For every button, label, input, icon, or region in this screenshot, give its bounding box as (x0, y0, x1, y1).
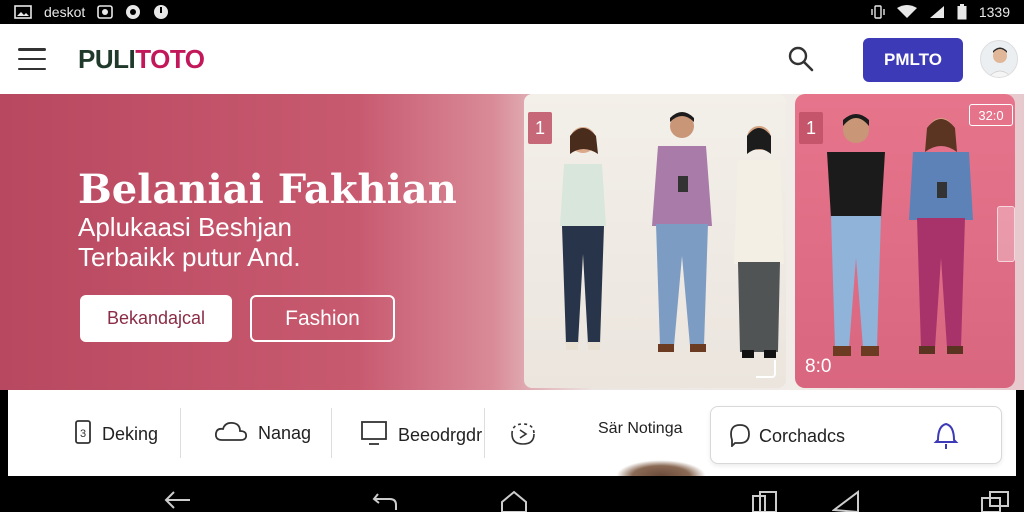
logo-part-1: PULI (78, 44, 136, 74)
status-bar-right: 1339 (871, 4, 1010, 20)
hero-banner: Belaniai Fakhian Aplukaasi Beshjan Terba… (0, 94, 1024, 390)
card-number: 8:0 (805, 356, 832, 377)
logo-part-2: TOTO (135, 44, 205, 74)
model-figure (909, 118, 973, 354)
category-item[interactable]: Nanag (214, 420, 311, 447)
category-item[interactable]: 3 Deking (74, 420, 158, 449)
category-item[interactable] (504, 420, 542, 453)
monitor-icon (360, 420, 388, 451)
category-label: Beeodrgdr (398, 425, 483, 445)
category-item[interactable]: Beeodrgdr (360, 420, 482, 451)
bell-icon[interactable] (933, 420, 959, 457)
category-label: Sär Notinga (598, 420, 683, 437)
app-bar: PULITOTO PMLTO (0, 24, 1024, 94)
category-label: Nanag (258, 423, 312, 443)
divider (180, 408, 181, 458)
recents-icon[interactable] (750, 490, 778, 512)
record-icon (153, 4, 169, 20)
system-nav-bar (0, 476, 1024, 512)
content-preview-image (616, 460, 706, 476)
expand-icon[interactable] (756, 360, 776, 378)
status-time: 1339 (978, 4, 1010, 20)
wifi-icon (896, 5, 917, 19)
divider (331, 408, 332, 458)
svg-text:3: 3 (80, 428, 86, 440)
menu-icon[interactable] (18, 48, 46, 70)
send-icon[interactable] (831, 490, 860, 512)
model-figure (827, 114, 885, 356)
category-bar: 3 Deking Nanag Beeodrgdr Sär Notinga Cor… (8, 390, 1016, 476)
undo-icon[interactable] (372, 490, 398, 512)
image-icon (14, 5, 32, 19)
gallery-icon (97, 5, 114, 19)
side-drawer-handle[interactable] (997, 206, 1015, 262)
hero-fashion-button[interactable]: Fashion (250, 295, 395, 342)
avatar[interactable] (980, 40, 1018, 78)
cta-button[interactable]: PMLTO (863, 38, 963, 82)
status-bar: deskot 1339 (0, 0, 1024, 24)
category-item[interactable]: Sär Notinga (598, 420, 683, 438)
home-icon[interactable] (500, 490, 528, 512)
phone-icon: 3 (74, 420, 92, 449)
refresh-icon (504, 420, 542, 453)
hero-subtitle-line-2: Terbaikk putur And. (78, 242, 301, 272)
featured-category-label: Corchadcs (759, 426, 846, 446)
model-figure (734, 126, 784, 358)
hero-subtitle-line-1: Aplukaasi Beshjan (78, 212, 292, 242)
hero-subtitle: Aplukaasi Beshjan Terbaikk putur And. (78, 212, 498, 272)
featured-category-card[interactable]: Corchadcs (710, 406, 1002, 464)
model-figure (560, 127, 606, 350)
chat-icon (729, 423, 751, 452)
windows-icon[interactable] (980, 490, 1010, 512)
hero-title: Belaniai Fakhian (78, 166, 457, 213)
app-logo[interactable]: PULITOTO (78, 44, 205, 75)
divider (484, 408, 485, 458)
signal-icon (929, 5, 945, 19)
model-figure (652, 112, 712, 352)
search-icon[interactable] (786, 44, 816, 74)
back-icon[interactable] (164, 490, 192, 512)
cloud-icon (214, 420, 248, 447)
status-bar-left: deskot (14, 4, 169, 20)
hero-primary-button[interactable]: Bekandajcal (80, 295, 232, 342)
vibrate-icon (871, 5, 885, 19)
category-label: Deking (102, 424, 159, 444)
circle-icon (125, 4, 141, 20)
product-card-1[interactable]: 1 (524, 94, 786, 388)
battery-icon (957, 4, 967, 20)
status-app-label: deskot (44, 4, 86, 20)
product-card-2[interactable]: 1 32:0 8:0 (795, 94, 1015, 388)
